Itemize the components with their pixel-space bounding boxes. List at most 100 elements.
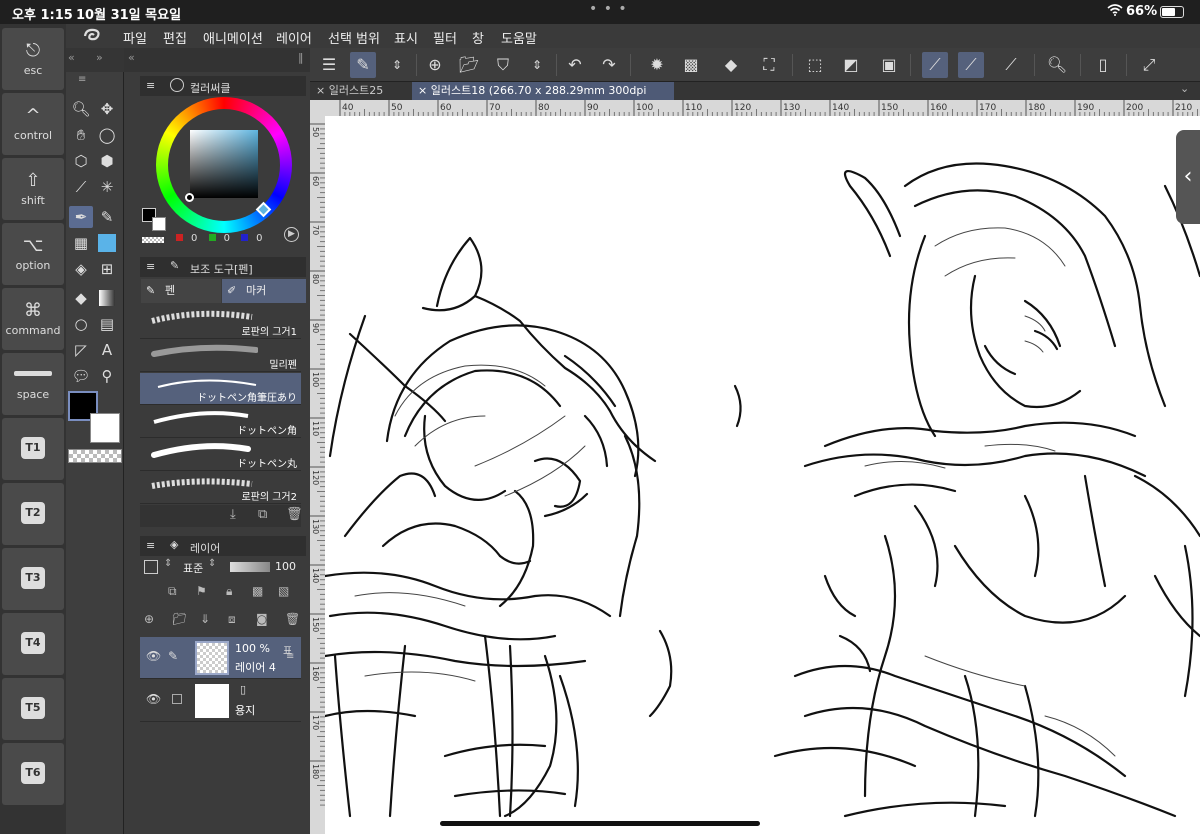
decoration-tool-icon[interactable] <box>95 232 119 254</box>
t1-key[interactable]: T1 <box>2 418 64 480</box>
undo-icon[interactable]: ↶ <box>562 52 588 78</box>
save-icon[interactable]: ⛉ <box>490 52 516 78</box>
sparkle-tool-icon[interactable]: ✳ <box>95 176 119 198</box>
deselect-icon[interactable]: ⬚ <box>802 52 828 78</box>
blend-updown-icon[interactable]: ⇕ <box>208 558 216 569</box>
gradient-tool-icon[interactable] <box>95 287 119 309</box>
expand-icon[interactable]: » <box>96 51 103 64</box>
open-folder-icon[interactable]: 📂︎ <box>456 52 482 78</box>
palette-menu-icon[interactable]: ≡ <box>146 79 155 92</box>
t4-key[interactable]: T4 <box>2 613 64 675</box>
menu-selection[interactable]: 선택 범위 <box>328 28 380 47</box>
color-wheel-tab-icon[interactable] <box>170 78 184 92</box>
correction-tool-icon[interactable]: ⚲ <box>95 365 119 387</box>
new-file-icon[interactable]: ⊕ <box>422 52 448 78</box>
tab-menu-chevron-icon[interactable]: ⌄ <box>1180 82 1189 95</box>
menu-lines-icon[interactable]: ≡ <box>78 74 86 85</box>
blend-mode-select[interactable]: 표준 <box>183 560 203 576</box>
menu-edit[interactable]: 편집 <box>163 28 187 47</box>
snap-special-ruler-icon[interactable]: ⟋ <box>958 52 984 78</box>
clip-studio-logo-icon[interactable] <box>82 27 104 45</box>
shift-key[interactable]: ⇧ shift <box>2 158 64 220</box>
layer-stack-icon[interactable]: ◈ <box>170 538 178 551</box>
show-selection-icon[interactable]: ▣ <box>876 52 902 78</box>
expand-right-icon[interactable]: ‖ <box>298 51 304 64</box>
drag-handle-icon[interactable]: ≡ <box>286 651 294 662</box>
combine-icon[interactable]: ⧈ <box>228 612 236 627</box>
lock-icon[interactable]: 🔒︎ <box>226 584 232 599</box>
transparent-color-swatch[interactable] <box>68 449 122 463</box>
erase-selection-icon[interactable]: ▩ <box>678 52 704 78</box>
reference-icon[interactable]: ⚑ <box>196 584 207 598</box>
pattern-tool-icon[interactable]: ▦ <box>69 232 93 254</box>
balloon-tool-icon[interactable]: 💬︎ <box>69 365 93 387</box>
red-value[interactable]: 0 <box>191 233 197 244</box>
blue-value[interactable]: 0 <box>256 233 262 244</box>
clip-icon[interactable]: ⧉ <box>168 584 177 599</box>
menu-filter[interactable]: 필터 <box>433 28 457 47</box>
t2-key[interactable]: T2 <box>2 483 64 545</box>
control-key[interactable]: ^ control <box>2 93 64 155</box>
ruler-tool-icon[interactable]: ◸ <box>69 339 93 361</box>
t6-key[interactable]: T6 <box>2 743 64 805</box>
search-icon[interactable]: 🔍︎ <box>1044 52 1070 78</box>
drawing-canvas[interactable] <box>325 116 1200 834</box>
text-tool-icon[interactable]: A <box>95 339 119 361</box>
esc-key[interactable]: ⎋ esc <box>2 28 64 90</box>
tab-illust25[interactable]: × 일러스트25 <box>310 82 410 100</box>
pen-toggle-icon[interactable]: ✎ <box>350 52 376 78</box>
fill-tool-icon[interactable]: ◆ <box>69 287 93 309</box>
lock-alpha-icon[interactable]: ▩ <box>252 584 263 598</box>
move-tool-icon[interactable]: ✥ <box>95 98 119 120</box>
command-key[interactable]: ⌘ command <box>2 288 64 350</box>
duplicate-icon[interactable]: ⧉ <box>258 507 267 522</box>
menu-view[interactable]: 표시 <box>394 28 418 47</box>
tab-marker[interactable]: ✐ 마커 <box>222 279 306 303</box>
side-panel-handle[interactable]: ‹ <box>1176 130 1200 224</box>
tab-illust18[interactable]: × 일러스트18 (266.70 x 288.29mm 300dpi 82.2%… <box>412 82 674 115</box>
layer-menu-icon[interactable]: ≡ <box>146 539 155 552</box>
brush-item[interactable]: ドットペン丸 <box>140 439 301 471</box>
pen-tool-icon[interactable]: ✒︎ <box>69 206 93 228</box>
brush-item[interactable]: ドットペン角筆圧あり <box>140 373 301 405</box>
snap-ruler-icon[interactable]: ⟋ <box>922 52 948 78</box>
visibility-eye-icon[interactable]: 👁︎ <box>146 692 161 706</box>
new-layer-icon[interactable]: ⊕ <box>144 612 154 626</box>
eyedropper-tool-icon[interactable]: ⟋ <box>69 176 93 198</box>
green-value[interactable]: 0 <box>224 233 230 244</box>
grid-tool-icon[interactable]: ⊞ <box>95 258 119 280</box>
tab-pen[interactable]: ✎ 펜 <box>141 279 221 303</box>
close-icon[interactable]: × <box>418 84 431 97</box>
figure-tool-icon[interactable]: ○ <box>69 313 93 335</box>
menu-help[interactable]: 도움말 <box>501 28 537 47</box>
layer-color-icon[interactable] <box>144 560 158 574</box>
t5-key[interactable]: T5 <box>2 678 64 740</box>
zoom-tool-icon[interactable]: 🔍︎ <box>69 98 93 120</box>
option-key[interactable]: ⌥ option <box>2 223 64 285</box>
collapse-icon[interactable]: « <box>68 51 75 64</box>
layer-check-icon[interactable] <box>172 694 182 704</box>
delete-layer-icon[interactable]: 🗑︎ <box>285 612 300 626</box>
layer-row[interactable]: 👁︎ ✎ 100 % 표 레이어 4 ≡ <box>140 637 301 679</box>
hand-tool-icon[interactable]: ✋︎ <box>69 124 93 146</box>
fullscreen-icon[interactable]: ⤢ <box>1136 52 1162 78</box>
color-mode-toggle-icon[interactable]: ▶ <box>284 227 299 242</box>
brush-item[interactable]: 밀리펜 <box>140 340 301 372</box>
menu-layer[interactable]: 레이어 <box>276 28 312 47</box>
sub-tool-tab-icon[interactable]: ✎ <box>170 259 179 272</box>
transform-icon[interactable]: ⛶ <box>756 52 782 78</box>
select-layer-tool-icon[interactable]: ⬢ <box>95 150 119 172</box>
menu-file[interactable]: 파일 <box>123 28 147 47</box>
new-folder-icon[interactable]: 📁︎ <box>172 612 187 626</box>
lasso-tool-icon[interactable]: ◯ <box>95 124 119 146</box>
color-wheel-sub-swatch[interactable] <box>152 217 166 231</box>
collapse-left-icon[interactable]: « <box>128 51 135 64</box>
color-wheel-transparent[interactable] <box>142 237 164 243</box>
trash-icon[interactable]: 🗑︎ <box>286 507 303 522</box>
saturation-brightness-square[interactable] <box>190 130 258 198</box>
redo-icon[interactable]: ↷ <box>596 52 622 78</box>
sub-color-swatch[interactable] <box>90 413 120 443</box>
fill-icon[interactable]: ◆ <box>718 52 744 78</box>
space-key[interactable]: space <box>2 353 64 415</box>
snap-grid-icon[interactable]: ⟋ <box>998 52 1024 78</box>
